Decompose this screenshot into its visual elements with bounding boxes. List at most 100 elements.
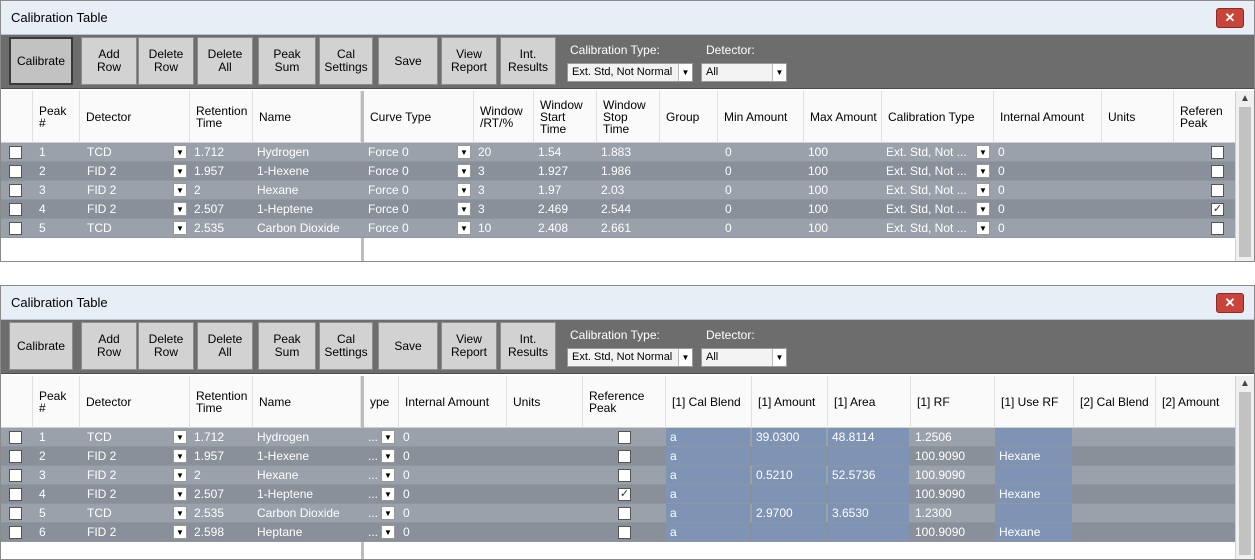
internal-amount-cell[interactable]: 0 (399, 504, 505, 522)
peak-sum-button[interactable]: Peak Sum (258, 37, 316, 85)
vertical-scrollbar[interactable]: ▲ (1235, 376, 1254, 559)
chevron-down-icon[interactable]: ▼ (457, 221, 471, 235)
curve-type-cell[interactable]: ... (364, 523, 382, 541)
internal-amount-cell[interactable]: 0 (994, 162, 1100, 180)
chevron-down-icon[interactable]: ▼ (173, 449, 187, 463)
peak-number-cell[interactable]: 1 (35, 428, 79, 446)
area-1-cell[interactable] (828, 485, 909, 503)
row-select-checkbox[interactable] (9, 526, 22, 539)
peak-number-cell[interactable]: 1 (35, 143, 79, 161)
peak-number-cell[interactable]: 5 (35, 219, 79, 237)
curve-type-cell[interactable]: ... (364, 504, 382, 522)
detector-select[interactable]: All ▼ (701, 348, 787, 367)
delete-row-button[interactable]: Delete Row (138, 37, 194, 85)
table-row[interactable]: 5 TCD ▼ 2.535 Carbon Dioxide... ▼ 0 a 2.9700 3.65… (1, 504, 1236, 523)
name-cell[interactable]: Carbon Dioxide (253, 219, 359, 237)
table-row[interactable]: 2 FID 2 ▼ 1.957 1-Hexene Force 0 ▼ 3 1.927 1.986 0… (1, 162, 1236, 181)
column-header-name[interactable]: Name (253, 91, 361, 143)
column-header-units[interactable]: Units (1102, 91, 1174, 143)
column-header-calibration-type[interactable]: Calibration Type (882, 91, 994, 143)
curve-type-cell[interactable]: ... (364, 485, 382, 503)
table-row[interactable]: 4 FID 2 ▼ 2.507 1-Heptene... ▼ 0 ✓ a 100.9090 Hexa… (1, 485, 1236, 504)
chevron-down-icon[interactable]: ▼ (173, 221, 187, 235)
cal-blend-2-cell[interactable] (1074, 485, 1154, 503)
chevron-down-icon[interactable]: ▼ (976, 145, 990, 159)
max-amount-cell[interactable]: 100 (804, 143, 880, 161)
window-stop-cell[interactable]: 2.544 (597, 200, 657, 218)
cal-blend-2-cell[interactable] (1074, 466, 1154, 484)
window-cell[interactable]: 10 (474, 219, 532, 237)
delete-all-button[interactable]: Delete All (197, 37, 253, 85)
window-start-cell[interactable]: 2.469 (534, 200, 594, 218)
rf-1-cell[interactable]: 100.9090 (911, 485, 993, 503)
column-header-min-amount[interactable]: Min Amount (718, 91, 804, 143)
retention-time-cell[interactable]: 2.507 (190, 200, 250, 218)
amount-2-cell[interactable] (1156, 504, 1234, 522)
scroll-up-icon[interactable]: ▲ (1236, 378, 1254, 389)
units-cell[interactable] (1102, 143, 1172, 161)
chevron-down-icon[interactable]: ▼ (457, 164, 471, 178)
column-header-cal-blend-2[interactable]: [2] Cal Blend (1074, 376, 1156, 428)
area-1-cell[interactable]: 52.5736 (828, 466, 909, 484)
use-rf-1-cell[interactable] (995, 504, 1072, 522)
curve-type-cell[interactable]: Force 0 (364, 162, 456, 180)
window-stop-cell[interactable]: 2.03 (597, 181, 657, 199)
close-button[interactable]: ✕ (1216, 293, 1244, 313)
column-header-internal-amount[interactable]: Internal Amount (994, 91, 1102, 143)
detector-cell[interactable]: FID 2 (83, 181, 173, 199)
chevron-down-icon[interactable]: ▼ (381, 506, 395, 520)
peak-number-cell[interactable]: 4 (35, 485, 79, 503)
detector-cell[interactable]: FID 2 (83, 200, 173, 218)
name-cell[interactable]: 1-Hexene (253, 162, 359, 180)
curve-type-cell[interactable]: Force 0 (364, 200, 456, 218)
row-select-checkbox[interactable] (9, 222, 22, 235)
min-amount-cell[interactable]: 0 (721, 181, 801, 199)
row-select-checkbox[interactable] (9, 165, 22, 178)
detector-cell[interactable]: TCD (83, 428, 173, 446)
column-header-curve-type[interactable]: ype (364, 376, 399, 428)
calibration-type-cell[interactable]: Ext. Std, Not ... (882, 143, 972, 161)
units-cell[interactable] (507, 466, 581, 484)
amount-1-cell[interactable] (752, 485, 826, 503)
save-button[interactable]: Save (378, 37, 438, 85)
area-1-cell[interactable] (828, 523, 909, 541)
column-header-retention-time[interactable]: Retention Time (190, 376, 253, 428)
calibrate-button[interactable]: Calibrate (9, 37, 73, 85)
area-1-cell[interactable] (828, 447, 909, 465)
table-row[interactable]: 2 FID 2 ▼ 1.957 1-Hexene... ▼ 0 a 100.9090 Hexane (1, 447, 1236, 466)
column-header-window[interactable]: Window /RT/% (474, 91, 534, 143)
name-cell[interactable]: 1-Heptene (253, 200, 359, 218)
detector-cell[interactable]: TCD (83, 143, 173, 161)
delete-all-button[interactable]: Delete All (197, 322, 253, 370)
column-header-peak[interactable]: Peak # (33, 376, 80, 428)
reference-peak-checkbox[interactable] (618, 431, 631, 444)
row-select-checkbox[interactable] (9, 431, 22, 444)
row-select-checkbox[interactable] (9, 203, 22, 216)
chevron-down-icon[interactable]: ▼ (457, 145, 471, 159)
column-header-name[interactable]: Name (253, 376, 361, 428)
use-rf-1-cell[interactable]: Hexane (995, 485, 1072, 503)
chevron-down-icon[interactable]: ▼ (173, 183, 187, 197)
column-header-retention-time[interactable]: Retention Time (190, 91, 253, 143)
view-report-button[interactable]: View Report (441, 37, 497, 85)
chevron-down-icon[interactable]: ▼ (457, 183, 471, 197)
amount-1-cell[interactable]: 2.9700 (752, 504, 826, 522)
window-cell[interactable]: 3 (474, 200, 532, 218)
column-header-reference-peak[interactable]: Referen Peak (1174, 91, 1236, 143)
row-select-checkbox[interactable] (9, 450, 22, 463)
detector-cell[interactable]: FID 2 (83, 447, 173, 465)
retention-time-cell[interactable]: 2.507 (190, 485, 250, 503)
units-cell[interactable] (1102, 219, 1172, 237)
name-cell[interactable]: Carbon Dioxide (253, 504, 359, 522)
retention-time-cell[interactable]: 1.712 (190, 428, 250, 446)
name-cell[interactable]: Heptane (253, 523, 359, 541)
vertical-scrollbar[interactable]: ▲ (1235, 91, 1254, 261)
window-stop-cell[interactable]: 1.986 (597, 162, 657, 180)
chevron-down-icon[interactable]: ▼ (381, 430, 395, 444)
view-report-button[interactable]: View Report (441, 322, 497, 370)
column-header-detector[interactable]: Detector (80, 376, 190, 428)
column-header-peak[interactable]: Peak # (33, 91, 80, 143)
column-header-use-rf-1[interactable]: [1] Use RF (995, 376, 1074, 428)
group-cell[interactable] (660, 181, 716, 199)
chevron-down-icon[interactable]: ▼ (976, 202, 990, 216)
